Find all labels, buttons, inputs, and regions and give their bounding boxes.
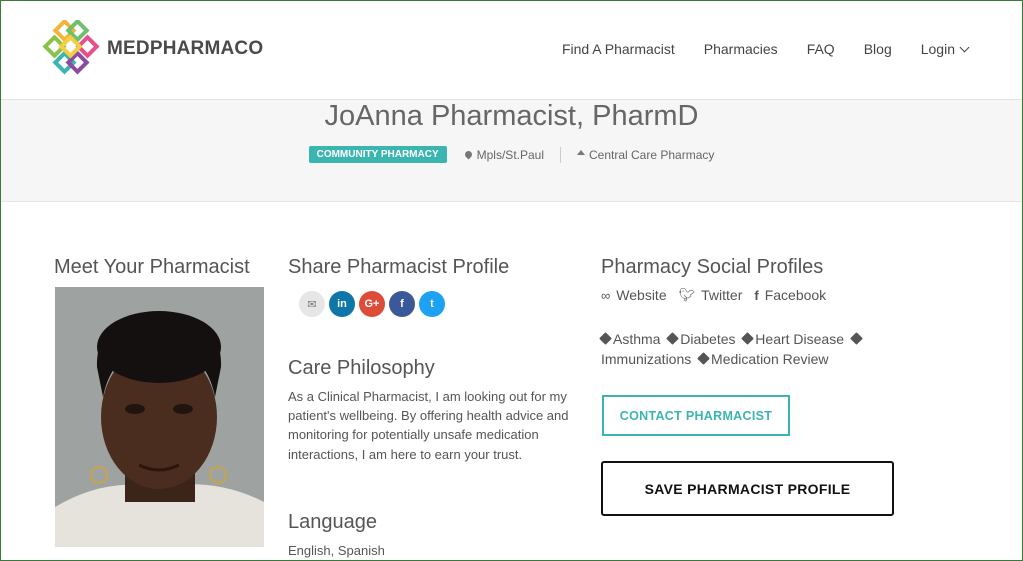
medpharmaco-logo[interactable] (42, 20, 100, 78)
facebook-link[interactable]: f Facebook (754, 287, 826, 303)
social-title: Pharmacy Social Profiles (601, 256, 824, 278)
specialty-tags: Asthma Diabetes Heart Disease Immunizati… (599, 330, 946, 369)
twitter-bird-icon: 🐦︎ (678, 287, 696, 302)
tag-icon (741, 332, 755, 345)
tag-asthma[interactable]: Asthma (599, 331, 661, 347)
tag-diabetes[interactable]: Diabetes (666, 331, 736, 347)
login-label: Login (920, 41, 955, 57)
meet-title: Meet Your Pharmacist (54, 256, 250, 278)
nav-login[interactable]: Login (920, 41, 970, 57)
profile-meta: COMMUNITY PHARMACY Mpls/St.Paul Central … (0, 146, 1023, 163)
care-philosophy-text: As a Clinical Pharmacist, I am looking o… (288, 389, 569, 462)
tag-heart-disease[interactable]: Heart Disease (741, 331, 844, 347)
facebook-icon[interactable]: f (389, 291, 415, 317)
website-label: Website (616, 287, 667, 303)
map-pin-icon (463, 149, 474, 160)
tag-icon (666, 332, 680, 345)
pharmacy-name: Central Care Pharmacy (589, 147, 715, 162)
email-icon[interactable]: ✉ (299, 291, 325, 317)
meta-divider (560, 146, 561, 163)
nav-find-pharmacist[interactable]: Find A Pharmacist (562, 41, 675, 57)
tag-icon (697, 351, 710, 365)
tag-icon (849, 332, 863, 345)
brand-name[interactable]: MEDPHARMACO (107, 38, 263, 60)
contact-pharmacist-button[interactable]: CONTACT PHARMACIST (602, 395, 790, 436)
home-icon (577, 150, 585, 155)
facebook-label: Facebook (764, 287, 827, 303)
website-link[interactable]: ∞ Website (601, 287, 667, 303)
linkedin-icon[interactable]: in (329, 291, 355, 317)
nav-faq[interactable]: FAQ (807, 41, 835, 57)
nav-pharmacies[interactable]: Pharmacies (704, 41, 778, 57)
twitter-link[interactable]: 🐦︎ Twitter (679, 287, 743, 303)
main-nav: Find A Pharmacist Pharmacies FAQ Blog Lo… (562, 41, 970, 57)
share-title: Share Pharmacist Profile (288, 256, 510, 278)
share-buttons: ✉ in G+ f t (299, 291, 445, 317)
tag-icon (599, 332, 612, 345)
save-profile-button[interactable]: SAVE PHARMACIST PROFILE (601, 461, 894, 516)
care-philosophy-title: Care Philosophy (288, 357, 435, 379)
site-header: MEDPHARMACO Find A Pharmacist Pharmacies… (0, 0, 1023, 100)
tag-medication-review[interactable]: Medication Review (697, 350, 829, 367)
chevron-down-icon (959, 42, 970, 53)
tag-label: Heart Disease (755, 331, 844, 347)
twitter-icon[interactable]: t (419, 291, 445, 317)
pharmacy-type-badge[interactable]: COMMUNITY PHARMACY (308, 146, 447, 163)
social-links: ∞ Website 🐦︎ Twitter f Facebook (601, 287, 826, 303)
nav-blog[interactable]: Blog (864, 41, 892, 57)
location-text: Mpls/St.Paul (476, 147, 544, 162)
tag-label: Diabetes (680, 331, 736, 347)
tag-label: Medication Review (711, 350, 829, 367)
profile-hero: JoAnna Pharmacist, PharmD COMMUNITY PHAR… (0, 100, 1023, 202)
tag-label: Asthma (613, 331, 661, 347)
language-title: Language (288, 511, 377, 533)
google-plus-icon[interactable]: G+ (359, 291, 385, 317)
language-value: English, Spanish (288, 543, 385, 558)
link-icon: ∞ (601, 287, 611, 303)
tag-label: Immunizations (601, 350, 692, 367)
twitter-label: Twitter (701, 287, 743, 303)
facebook-f-icon: f (754, 287, 759, 303)
pharmacist-name: JoAnna Pharmacist, PharmD (324, 100, 699, 132)
pharmacist-photo (55, 287, 264, 547)
